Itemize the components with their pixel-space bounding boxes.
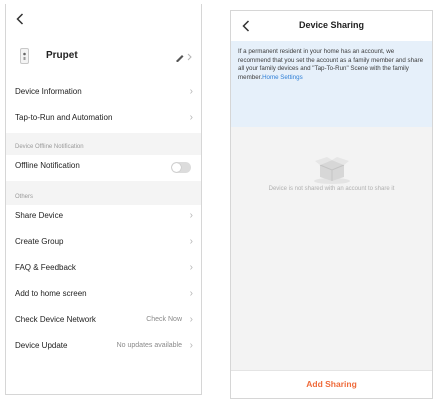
device-sharing-screen: Device Sharing If a permanent resident i…	[230, 10, 433, 399]
section-offline-label: Device Offline Notification	[15, 144, 84, 150]
device-information-label: Device Information	[15, 87, 82, 96]
chevron-right-icon: ›	[189, 288, 193, 299]
row-device-update[interactable]: Device Update No updates available ›	[6, 335, 201, 361]
chevron-right-icon: ›	[189, 112, 193, 123]
row-add-to-home[interactable]: Add to home screen ›	[6, 283, 201, 309]
row-faq-feedback[interactable]: FAQ & Feedback ›	[6, 257, 201, 283]
check-network-label: Check Device Network	[15, 315, 96, 324]
family-info-banner: If a permanent resident in your home has…	[231, 41, 432, 127]
row-tap-to-run[interactable]: Tap-to-Run and Automation ›	[6, 107, 201, 133]
row-device-information[interactable]: Device Information ›	[6, 81, 201, 107]
create-group-label: Create Group	[15, 237, 64, 246]
edit-device-name-button[interactable]	[175, 49, 193, 67]
add-sharing-bar: Add Sharing	[231, 370, 432, 398]
device-settings-screen: Prupet Device Information › Tap-to-Run a…	[5, 4, 202, 395]
faq-feedback-label: FAQ & Feedback	[15, 263, 76, 272]
share-device-label: Share Device	[15, 211, 64, 220]
chevron-right-icon: ›	[189, 86, 193, 97]
page-title: Device Sharing	[298, 20, 365, 30]
offline-notification-toggle[interactable]	[171, 162, 191, 173]
add-to-home-label: Add to home screen	[15, 289, 87, 298]
home-settings-link[interactable]: Home Settings	[262, 74, 303, 81]
add-sharing-button[interactable]: Add Sharing	[231, 379, 432, 389]
family-info-text: If a permanent resident in your home has…	[238, 48, 426, 82]
empty-state-text: Device is not shared with an account to …	[268, 186, 395, 192]
section-others-label: Others	[15, 194, 34, 200]
device-name: Prupet	[46, 50, 78, 61]
row-create-group[interactable]: Create Group ›	[6, 231, 201, 257]
section-offline-header: Device Offline Notification	[6, 133, 201, 155]
chevron-right-icon: ›	[189, 314, 193, 325]
row-share-device[interactable]: Share Device ›	[6, 205, 201, 231]
sharing-header: Device Sharing	[231, 11, 432, 41]
chevron-right-icon: ›	[189, 210, 193, 221]
device-update-value: No updates available	[116, 342, 182, 349]
empty-box-icon	[311, 151, 353, 190]
chevron-right-icon: ›	[189, 340, 193, 351]
pencil-icon	[176, 53, 192, 63]
chevron-right-icon: ›	[189, 236, 193, 247]
toggle-knob	[172, 163, 181, 172]
device-update-label: Device Update	[15, 341, 68, 350]
tap-to-run-label: Tap-to-Run and Automation	[15, 113, 113, 122]
row-check-network[interactable]: Check Device Network Check Now ›	[6, 309, 201, 335]
chevron-right-icon: ›	[189, 262, 193, 273]
row-offline-notification: Offline Notification	[6, 155, 201, 181]
back-button[interactable]	[16, 13, 24, 28]
chevron-left-icon	[16, 13, 24, 25]
section-others-header: Others	[6, 181, 201, 205]
offline-notification-label: Offline Notification	[15, 161, 80, 170]
device-plug-icon	[20, 48, 29, 64]
check-network-value: Check Now	[146, 316, 182, 323]
